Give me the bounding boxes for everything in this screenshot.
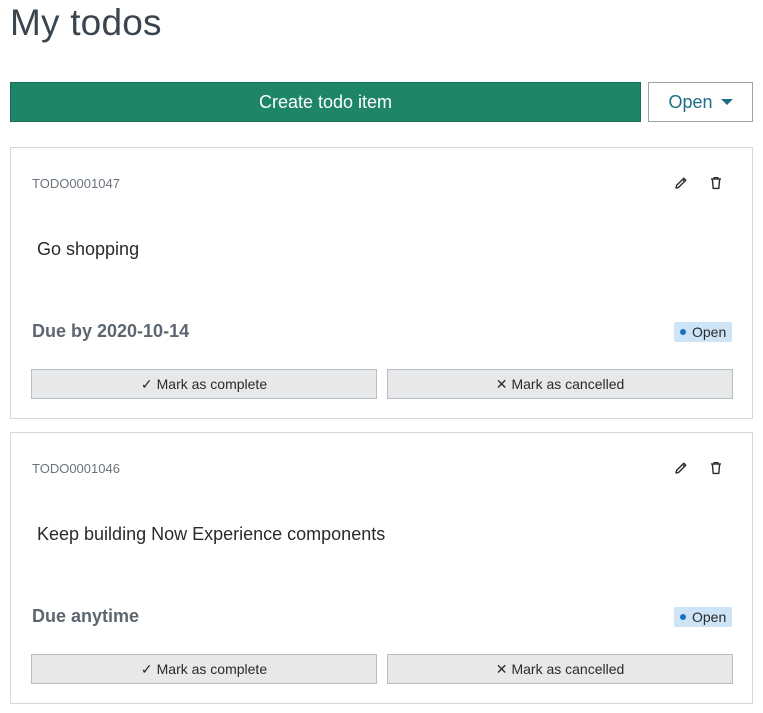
status-dot-icon (680, 329, 686, 335)
status-badge: Open (674, 322, 733, 342)
mark-cancelled-label: Mark as cancelled (511, 661, 625, 677)
trash-icon[interactable] (707, 174, 725, 192)
mark-complete-label: Mark as complete (156, 661, 268, 677)
todo-description: Keep building Now Experience components (37, 524, 386, 544)
status-label: Open (692, 324, 727, 340)
toolbar: Create todo item Open (10, 82, 753, 122)
mark-cancelled-button[interactable]: ✕ Mark as cancelled (387, 369, 733, 399)
due-date: Due anytime (32, 606, 140, 626)
mark-complete-label: Mark as complete (156, 376, 268, 392)
checkmark-icon: ✓ (140, 376, 153, 392)
create-todo-button[interactable]: Create todo item (10, 82, 641, 122)
close-icon: ✕ (495, 661, 508, 677)
status-badge: Open (674, 607, 733, 627)
mark-complete-button[interactable]: ✓ Mark as complete (31, 654, 377, 684)
close-icon: ✕ (495, 376, 508, 392)
todo-card: TODO0001047 Go shopping Due by 2020-10-1… (10, 147, 753, 419)
todo-number: TODO0001047 (32, 176, 120, 191)
todo-description: Go shopping (37, 239, 140, 259)
status-filter-value: Open (668, 91, 713, 112)
status-filter-dropdown[interactable]: Open (648, 82, 753, 122)
mark-complete-button[interactable]: ✓ Mark as complete (31, 369, 377, 399)
todo-card: TODO0001046 Keep building Now Experience… (10, 432, 753, 704)
status-dot-icon (680, 614, 686, 620)
status-label: Open (692, 609, 727, 625)
checkmark-icon: ✓ (140, 661, 153, 677)
chevron-down-icon (720, 99, 733, 105)
mark-cancelled-button[interactable]: ✕ Mark as cancelled (387, 654, 733, 684)
trash-icon[interactable] (707, 459, 725, 477)
due-date: Due by 2020-10-14 (32, 321, 190, 341)
pencil-icon[interactable] (672, 174, 690, 192)
page-title: My todos (10, 2, 162, 43)
todo-number: TODO0001046 (32, 461, 120, 476)
pencil-icon[interactable] (672, 459, 690, 477)
mark-cancelled-label: Mark as cancelled (511, 376, 625, 392)
